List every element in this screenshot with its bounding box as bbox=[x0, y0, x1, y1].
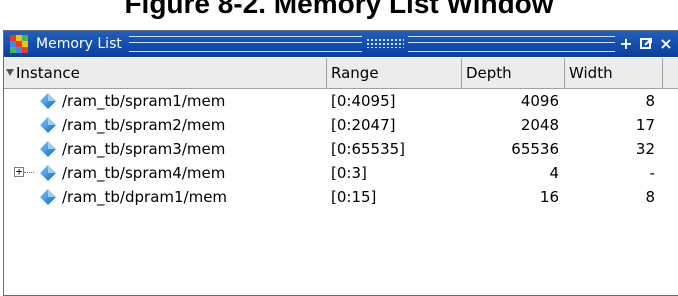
cell-depth: 4 bbox=[549, 164, 559, 182]
cell-instance: /ram_tb/spram4/mem bbox=[62, 164, 226, 182]
cell-width: 8 bbox=[645, 188, 655, 206]
cell-width: 32 bbox=[635, 140, 655, 158]
memory-list-window: Memory List + × Instance Range Depth Wid… bbox=[3, 30, 678, 296]
memory-diamond-icon bbox=[40, 117, 56, 133]
cell-instance: /ram_tb/spram3/mem bbox=[62, 140, 226, 158]
sort-arrow-icon bbox=[6, 69, 14, 76]
cell-depth: 65536 bbox=[511, 140, 559, 158]
dock-plus-icon[interactable]: + bbox=[617, 35, 635, 53]
column-header-range[interactable]: Range bbox=[327, 58, 462, 88]
cell-depth: 16 bbox=[539, 188, 559, 206]
undock-icon[interactable] bbox=[637, 35, 655, 53]
memory-diamond-icon bbox=[40, 189, 56, 205]
cell-range: [0:4095] bbox=[331, 92, 396, 110]
list-item[interactable]: /ram_tb/spram3/mem [0:65535] 65536 32 bbox=[4, 137, 678, 161]
titlebar-grip-left bbox=[129, 36, 362, 52]
tree-connector bbox=[24, 172, 34, 173]
column-header-depth[interactable]: Depth bbox=[462, 58, 565, 88]
list-item[interactable]: /ram_tb/spram1/mem [0:4095] 4096 8 bbox=[4, 89, 678, 113]
memory-diamond-icon bbox=[40, 93, 56, 109]
memory-diamond-icon bbox=[40, 141, 56, 157]
titlebar-grip-right bbox=[408, 36, 615, 52]
close-icon[interactable]: × bbox=[657, 35, 675, 53]
window-title: Memory List bbox=[36, 36, 122, 52]
cell-width: 17 bbox=[635, 116, 655, 134]
column-header-width[interactable]: Width bbox=[565, 58, 663, 88]
list-item[interactable]: /ram_tb/spram2/mem [0:2047] 2048 17 bbox=[4, 113, 678, 137]
cell-range: [0:3] bbox=[331, 164, 367, 182]
cell-instance: /ram_tb/spram2/mem bbox=[62, 116, 226, 134]
figure-caption: Figure 8-2. Memory List Window bbox=[124, 0, 554, 19]
cell-depth: 2048 bbox=[520, 116, 559, 134]
column-header-instance[interactable]: Instance bbox=[4, 58, 327, 88]
cell-width: 8 bbox=[645, 92, 655, 110]
memory-diamond-icon bbox=[40, 165, 56, 181]
list-item[interactable]: /ram_tb/dpram1/mem [0:15] 16 8 bbox=[4, 185, 678, 209]
titlebar-grip-handle[interactable] bbox=[366, 38, 404, 48]
cell-range: [0:15] bbox=[331, 188, 377, 206]
cell-depth: 4096 bbox=[520, 92, 559, 110]
cell-width: - bbox=[649, 164, 655, 182]
cell-instance: /ram_tb/spram1/mem bbox=[62, 92, 226, 110]
window-titlebar[interactable]: Memory List + × bbox=[4, 31, 678, 57]
list-item[interactable]: + /ram_tb/spram4/mem [0:3] 4 - bbox=[4, 161, 678, 185]
memory-list-app-icon bbox=[10, 35, 28, 53]
cell-range: [0:65535] bbox=[331, 140, 406, 158]
column-header-filler bbox=[663, 58, 678, 88]
cell-instance: /ram_tb/dpram1/mem bbox=[62, 188, 228, 206]
cell-range: [0:2047] bbox=[331, 116, 396, 134]
column-header-row: Instance Range Depth Width bbox=[4, 58, 678, 89]
expand-plus-icon[interactable]: + bbox=[14, 166, 24, 177]
